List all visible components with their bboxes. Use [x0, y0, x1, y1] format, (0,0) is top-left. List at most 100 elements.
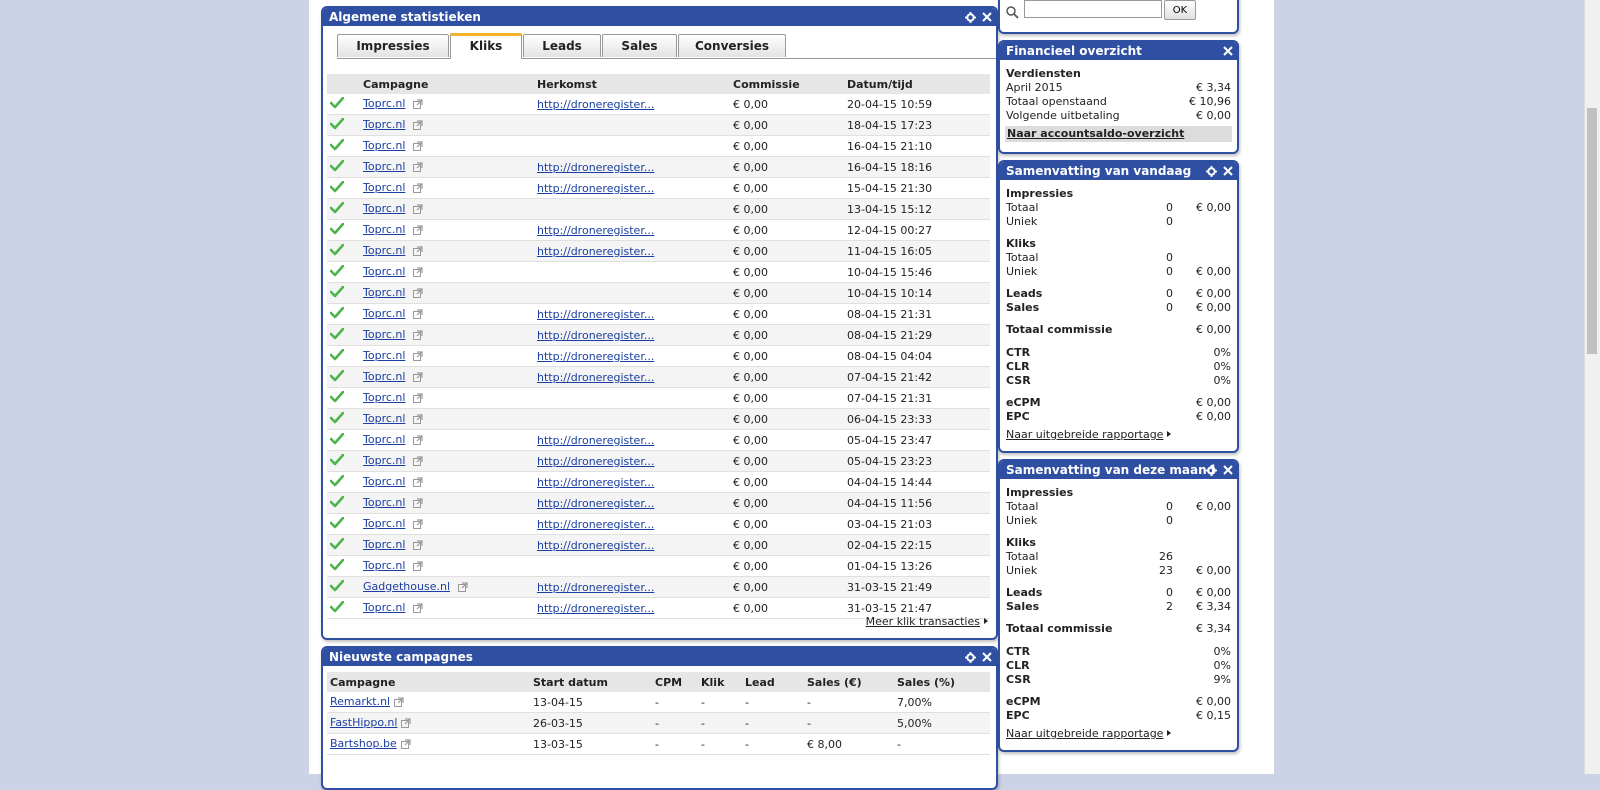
close-icon[interactable] — [1221, 464, 1234, 477]
external-link-icon[interactable] — [413, 308, 424, 322]
settings-icon[interactable] — [964, 651, 977, 664]
external-link-icon[interactable] — [413, 266, 424, 280]
source-link[interactable]: http://droneregister... — [537, 581, 654, 594]
source-link[interactable]: http://droneregister... — [537, 476, 654, 489]
campaign-link[interactable]: FastHippo.nl — [330, 716, 397, 729]
external-link-icon[interactable] — [413, 119, 424, 133]
campaign-link[interactable]: Toprc.nl — [363, 118, 405, 131]
source-link[interactable]: http://droneregister... — [537, 98, 654, 111]
external-link-icon[interactable] — [413, 350, 424, 364]
external-link-icon[interactable] — [413, 434, 424, 448]
external-link-icon[interactable] — [413, 518, 424, 532]
external-link-icon[interactable] — [413, 413, 424, 427]
close-icon[interactable] — [980, 651, 993, 664]
close-icon[interactable] — [1221, 165, 1234, 178]
campaign-link[interactable]: Toprc.nl — [363, 496, 405, 509]
page-scrollbar[interactable] — [1584, 0, 1600, 774]
external-link-icon[interactable] — [413, 140, 424, 154]
external-link-icon[interactable] — [413, 392, 424, 406]
close-icon[interactable] — [980, 11, 993, 24]
scrollbar-thumb[interactable] — [1587, 108, 1597, 354]
campaign-link[interactable]: Toprc.nl — [363, 391, 405, 404]
datetime-cell: 08-04-15 04:04 — [847, 345, 990, 367]
extended-report-link[interactable]: Naar uitgebreide rapportage — [1006, 428, 1172, 442]
campaign-link[interactable]: Toprc.nl — [363, 160, 405, 173]
source-link[interactable]: http://droneregister... — [537, 245, 654, 258]
tab-impressies[interactable]: Impressies — [337, 34, 449, 57]
external-link-icon[interactable] — [413, 371, 424, 385]
tab-sales[interactable]: Sales — [602, 34, 677, 57]
source-link[interactable]: http://droneregister... — [537, 434, 654, 447]
tab-conversies[interactable]: Conversies — [678, 34, 786, 57]
source-cell — [537, 408, 733, 430]
source-link[interactable]: http://droneregister... — [537, 518, 654, 531]
extended-report-link[interactable]: Naar uitgebreide rapportage — [1006, 727, 1172, 741]
source-link[interactable]: http://droneregister... — [537, 329, 654, 342]
campaign-link[interactable]: Toprc.nl — [363, 328, 405, 341]
settings-icon[interactable] — [1205, 165, 1218, 178]
external-link-icon[interactable] — [413, 329, 424, 343]
source-link[interactable]: http://droneregister... — [537, 602, 654, 615]
source-link[interactable]: http://droneregister... — [537, 308, 654, 321]
campaign-link[interactable]: Toprc.nl — [363, 202, 405, 215]
campaign-link[interactable]: Toprc.nl — [363, 139, 405, 152]
external-link-icon[interactable] — [413, 497, 424, 511]
search-input[interactable] — [1024, 0, 1162, 18]
campaign-link[interactable]: Toprc.nl — [363, 412, 405, 425]
external-link-icon[interactable] — [413, 182, 424, 196]
source-link[interactable]: http://droneregister... — [537, 182, 654, 195]
external-link-icon[interactable] — [458, 581, 468, 595]
tab-leads[interactable]: Leads — [523, 34, 601, 57]
external-link-icon[interactable] — [413, 455, 424, 469]
external-link-icon[interactable] — [400, 738, 411, 752]
source-link[interactable]: http://droneregister... — [537, 371, 654, 384]
campaign-link[interactable]: Toprc.nl — [363, 538, 405, 551]
campaign-link[interactable]: Toprc.nl — [363, 349, 405, 362]
external-link-icon[interactable] — [413, 602, 424, 616]
external-link-icon[interactable] — [413, 287, 424, 301]
campaign-link[interactable]: Toprc.nl — [363, 307, 405, 320]
campaign-link[interactable]: Toprc.nl — [363, 370, 405, 383]
campaign-link[interactable]: Toprc.nl — [363, 433, 405, 446]
external-link-icon[interactable] — [413, 539, 424, 553]
campaign-link[interactable]: Bartshop.be — [330, 737, 397, 750]
external-link-icon[interactable] — [413, 98, 424, 112]
campaign-link[interactable]: Toprc.nl — [363, 601, 405, 614]
external-link-icon[interactable] — [413, 161, 424, 175]
source-link[interactable]: http://droneregister... — [537, 539, 654, 552]
close-icon[interactable] — [1221, 45, 1234, 58]
source-link[interactable]: http://droneregister... — [537, 161, 654, 174]
settings-icon[interactable] — [1205, 464, 1218, 477]
source-link[interactable]: http://droneregister... — [537, 497, 654, 510]
external-link-icon[interactable] — [413, 476, 424, 490]
external-link-icon[interactable] — [413, 245, 424, 259]
campaign-link[interactable]: Toprc.nl — [363, 265, 405, 278]
datetime-cell: 12-04-15 00:27 — [847, 219, 990, 241]
campaign-link[interactable]: Gadgethouse.nl — [363, 580, 450, 593]
source-link[interactable]: http://droneregister... — [537, 350, 654, 363]
settings-icon[interactable] — [964, 11, 977, 24]
campaign-link[interactable]: Toprc.nl — [363, 454, 405, 467]
campaign-link[interactable]: Toprc.nl — [363, 517, 405, 530]
campaign-link[interactable]: Toprc.nl — [363, 223, 405, 236]
campaign-link[interactable]: Toprc.nl — [363, 475, 405, 488]
campaign-link[interactable]: Toprc.nl — [363, 244, 405, 257]
external-link-icon[interactable] — [413, 560, 424, 574]
campaign-link[interactable]: Toprc.nl — [363, 181, 405, 194]
source-link[interactable]: http://droneregister... — [537, 455, 654, 468]
external-link-icon[interactable] — [394, 696, 404, 710]
source-link[interactable]: http://droneregister... — [537, 224, 654, 237]
external-link-icon[interactable] — [413, 224, 424, 238]
source-cell: http://droneregister... — [537, 219, 733, 241]
more-click-transactions-link[interactable]: Meer klik transacties — [866, 615, 988, 628]
campaign-link[interactable]: Toprc.nl — [363, 286, 405, 299]
tab-kliks[interactable]: Kliks — [450, 33, 522, 59]
external-link-icon[interactable] — [413, 203, 424, 217]
account-balance-link[interactable]: Naar accountsaldo-overzicht — [1005, 126, 1232, 142]
external-link-icon[interactable] — [401, 717, 412, 731]
search-ok-button[interactable]: OK — [1164, 0, 1196, 20]
check-icon — [329, 579, 345, 595]
campaign-link[interactable]: Remarkt.nl — [330, 695, 390, 708]
campaign-link[interactable]: Toprc.nl — [363, 559, 405, 572]
campaign-link[interactable]: Toprc.nl — [363, 97, 405, 110]
